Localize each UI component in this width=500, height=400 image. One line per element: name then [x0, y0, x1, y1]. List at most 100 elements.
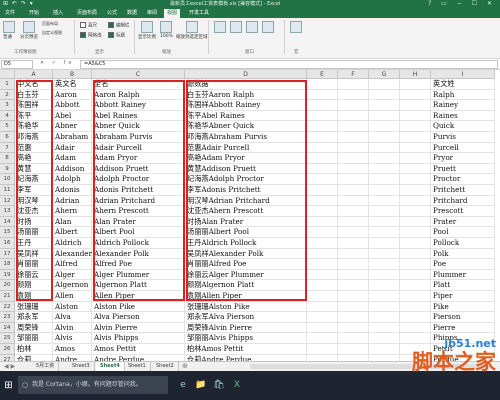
- cell-a[interactable]: 邓海燕: [15, 132, 53, 143]
- column-header-c[interactable]: C: [92, 70, 185, 79]
- row-header[interactable]: 8: [0, 153, 15, 164]
- macros-button[interactable]: [290, 21, 302, 34]
- cell-b[interactable]: Albert: [53, 227, 92, 238]
- cell-i[interactable]: 英文姓: [431, 79, 495, 90]
- cell-a[interactable]: 陈平: [15, 110, 53, 122]
- row-header[interactable]: 13: [0, 206, 15, 217]
- cell-g[interactable]: [369, 121, 400, 132]
- cell-a[interactable]: 黄慧: [15, 163, 53, 175]
- row-header[interactable]: 16: [0, 238, 15, 249]
- cell-i[interactable]: Plummer: [431, 269, 495, 281]
- cell-d[interactable]: 郑永军Alva Pierson: [185, 312, 307, 323]
- cell-d[interactable]: 袁刚Allen Piper: [185, 291, 307, 302]
- cell-a[interactable]: 高艳: [15, 153, 53, 164]
- cell-e[interactable]: [307, 153, 338, 164]
- cell-f[interactable]: [338, 301, 369, 313]
- cell-i[interactable]: Purvis: [431, 132, 495, 143]
- cell-f[interactable]: [338, 259, 369, 270]
- cell-c[interactable]: Adrian Pritchard: [92, 195, 185, 207]
- cell-f[interactable]: [338, 132, 369, 143]
- cell-b[interactable]: Alvis: [53, 333, 92, 344]
- row-header[interactable]: 1: [0, 79, 15, 90]
- cell-b[interactable]: Alfred: [53, 259, 92, 270]
- cell-e[interactable]: [307, 79, 338, 90]
- cell-h[interactable]: [400, 238, 431, 249]
- cell-a[interactable]: 李军: [15, 185, 53, 196]
- cell-d[interactable]: 时扬Alan Prater: [185, 216, 307, 228]
- freeze-panes-button[interactable]: [246, 21, 258, 34]
- cell-c[interactable]: Ahern Prescott: [92, 206, 185, 217]
- cell-b[interactable]: Abner: [53, 121, 92, 132]
- cell-d[interactable]: 李军Adonis Pritchett: [185, 185, 307, 196]
- cell-e[interactable]: [307, 301, 338, 313]
- gridlines-checkbox[interactable]: 网格线: [80, 32, 102, 39]
- cell-i[interactable]: Pierson: [431, 312, 495, 323]
- cell-a[interactable]: 徐丽云: [15, 269, 53, 281]
- zoom-100-button[interactable]: 100%: [160, 21, 173, 39]
- cell-d[interactable]: 颜刚Algernon Platt: [185, 280, 307, 291]
- cell-f[interactable]: [338, 322, 369, 334]
- cell-d[interactable]: 王丹Aldrich Pollock: [185, 238, 307, 249]
- cell-e[interactable]: [307, 174, 338, 185]
- cell-d[interactable]: 邹丽丽Alvis Phipps: [185, 333, 307, 344]
- cell-d[interactable]: 陈国祥Abbott Rainey: [185, 100, 307, 111]
- cell-h[interactable]: [400, 89, 431, 101]
- cell-c[interactable]: Albert Pool: [92, 227, 185, 238]
- cell-a[interactable]: 肖丽丽: [15, 259, 53, 270]
- column-header-e[interactable]: E: [307, 70, 338, 79]
- cell-h[interactable]: [400, 248, 431, 260]
- cell-g[interactable]: [369, 195, 400, 207]
- cell-g[interactable]: [369, 238, 400, 249]
- cell-f[interactable]: [338, 269, 369, 281]
- cell-i[interactable]: Polk: [431, 248, 495, 260]
- column-header-a[interactable]: A: [15, 70, 53, 79]
- cell-e[interactable]: [307, 110, 338, 122]
- spreadsheet-grid[interactable]: A B C D E F G H I 1 中文名 英文名 全名 源数据 英文姓 2 白玉芬 Aaron Aaron R…: [0, 70, 500, 361]
- row-header[interactable]: 17: [0, 248, 15, 260]
- cell-f[interactable]: [338, 206, 369, 217]
- cell-i[interactable]: Rainey: [431, 100, 495, 111]
- cell-a[interactable]: 周荣锋: [15, 322, 53, 334]
- cell-i[interactable]: Prescott: [431, 206, 495, 217]
- cell-d[interactable]: 周荣锋Alvin Pierre: [185, 322, 307, 334]
- row-header[interactable]: 6: [0, 132, 15, 143]
- cell-c[interactable]: Abner Quick: [92, 121, 185, 132]
- cell-h[interactable]: [400, 195, 431, 207]
- cell-b[interactable]: Adonis: [53, 185, 92, 196]
- cell-f[interactable]: [338, 280, 369, 291]
- sheet-nav-arrows[interactable]: ◀ ▶: [4, 362, 15, 371]
- cell-f[interactable]: [338, 174, 369, 185]
- cell-f[interactable]: [338, 79, 369, 90]
- row-header[interactable]: 22: [0, 301, 15, 313]
- cell-i[interactable]: Piper: [431, 291, 495, 302]
- cell-e[interactable]: [307, 259, 338, 270]
- cell-b[interactable]: Adolph: [53, 174, 92, 185]
- cell-h[interactable]: [400, 312, 431, 323]
- tab-file[interactable]: 文件: [2, 9, 18, 18]
- cell-f[interactable]: [338, 185, 369, 196]
- cell-g[interactable]: [369, 153, 400, 164]
- row-header[interactable]: 26: [0, 344, 15, 355]
- normal-view-button[interactable]: 普通: [3, 21, 15, 40]
- cell-g[interactable]: [369, 132, 400, 143]
- zoom-selection-button[interactable]: 缩放到选定区域: [176, 21, 208, 40]
- cell-c[interactable]: Alva Pierson: [92, 312, 185, 323]
- window-controls[interactable]: ? ▭ − ☐ ✕: [428, 0, 496, 8]
- cell-c[interactable]: Alger Plummer: [92, 269, 185, 281]
- row-header[interactable]: 7: [0, 142, 15, 154]
- quick-access-toolbar[interactable]: ⊞ ↶ ↷ ▾: [3, 0, 34, 7]
- name-box[interactable]: D5: [1, 60, 33, 69]
- cell-c[interactable]: Alan Prater: [92, 216, 185, 228]
- cell-f[interactable]: [338, 121, 369, 132]
- cell-e[interactable]: [307, 89, 338, 101]
- row-header[interactable]: 5: [0, 121, 15, 132]
- cell-g[interactable]: [369, 301, 400, 313]
- cell-i[interactable]: Pruett: [431, 163, 495, 175]
- cell-c[interactable]: Aldrich Pollock: [92, 238, 185, 249]
- row-header[interactable]: 2: [0, 89, 15, 101]
- start-icon[interactable]: ⊞: [3, 380, 14, 391]
- cell-d[interactable]: 明汉琴Adrian Pritchard: [185, 195, 307, 207]
- cell-a[interactable]: 张珊珊: [15, 301, 53, 313]
- cell-b[interactable]: Abbott: [53, 100, 92, 111]
- ruler-checkbox[interactable]: 直尺: [80, 22, 97, 29]
